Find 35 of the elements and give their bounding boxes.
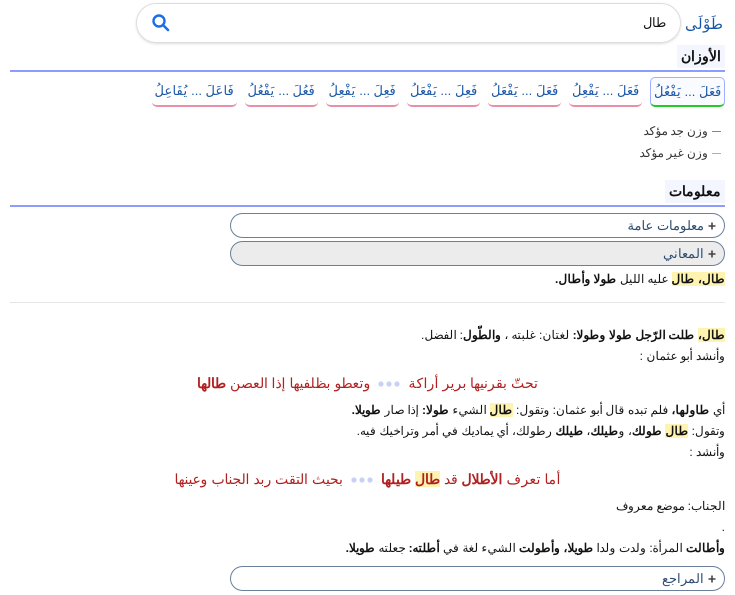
plus-icon: [708, 250, 716, 258]
separator-icon: [378, 380, 400, 386]
search-field[interactable]: طال: [136, 3, 681, 43]
text-line: وتقول: طال طولك، وطيلك، طيلك رطولك، أي يماديك في أمر وتراخيك فيه.: [356, 422, 725, 440]
plus-icon: [708, 574, 716, 582]
pattern-chip[interactable]: فَعُلَ ... يَفْعُلُ: [244, 77, 318, 107]
pattern-chip[interactable]: فَعَلَ ... يَفْعَلُ: [488, 77, 561, 107]
accordion-header[interactable]: المراجع: [230, 566, 725, 591]
verse-line: بحيث التقت ربد الجناب وعينها: [174, 470, 344, 490]
pattern-chip[interactable]: فَاعَلَ ... يُفَاعِلُ: [152, 77, 237, 107]
word-link[interactable]: طَوْلَى: [685, 10, 725, 36]
text-line: وأنشد :: [688, 442, 725, 461]
section-heading: الأوزان: [677, 45, 725, 68]
section-heading: معلومات: [665, 180, 725, 203]
plus-icon: [708, 222, 716, 230]
text-line: .: [720, 519, 725, 536]
pattern-chip[interactable]: فَعِلَ ... يَفْعِلُ: [326, 77, 399, 107]
verse-line: أما تعرف الأطلال قد طال طيلها: [381, 469, 561, 490]
pattern-chip[interactable]: فَعِلَ ... يَفْعَلُ: [406, 77, 480, 107]
legend-label: وزن غير مؤكد: [639, 145, 708, 162]
text-line: وأنشد أبو عثمان :: [638, 346, 725, 365]
text-line: طال، طال عليه الليل طولا وأطال.: [554, 269, 725, 288]
text-line: أي طاولها، فلم تبده قال أبو عثمان: وتقول: طال الشيء طولا: إذا صار طويلا.: [350, 400, 725, 420]
accordion-header[interactable]: المعاني: [230, 241, 725, 266]
pattern-chip[interactable]: فَعَلَ ... يَفْعُلُ: [650, 77, 725, 107]
legend-label: وزن جد مؤكد: [643, 123, 708, 140]
text-line: الجناب: موضع معروف: [614, 498, 725, 515]
text-line: طال، طلت الرّجل طولا وطولا: لغتان: غلبته ، والطّول: الفضل.: [10, 325, 725, 346]
separator-icon: [351, 476, 374, 482]
accordion-header[interactable]: معلومات عامة: [230, 213, 725, 238]
pattern-chip[interactable]: فَعَلَ ... يَفْعِلُ: [568, 77, 642, 107]
text-line: وأطالت المرأة: ولدت ولدا طويلا، وأطولت الشيء لغة في أطلته: جعلته طويلا.: [344, 538, 725, 558]
search-icon[interactable]: [151, 13, 171, 33]
verse-line: تحتّ بقرنيها برير أراكة: [408, 373, 538, 394]
verse-line: وتعطو بظلفيها إذا العصن طالها: [196, 374, 370, 394]
